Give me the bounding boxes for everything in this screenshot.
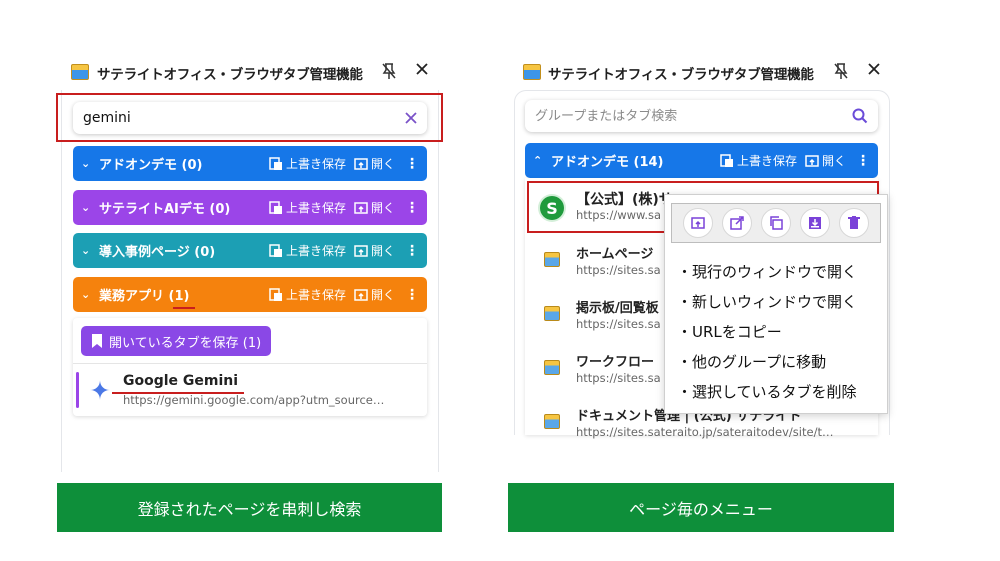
open-icon xyxy=(805,154,819,167)
group-name: アドオンデモ (14) xyxy=(551,155,664,170)
menu-item-move-group[interactable]: ・他のグループに移動 xyxy=(677,351,826,372)
open-button[interactable]: 開く xyxy=(354,155,395,172)
open-current-window-icon[interactable] xyxy=(682,208,713,238)
close-icon[interactable] xyxy=(415,62,429,80)
menu-item-open-new[interactable]: ・新しいウィンドウで開く xyxy=(677,291,857,312)
tab-context-menu: ・現行のウィンドウで開く ・新しいウィンドウで開く ・URLをコピー ・他のグル… xyxy=(664,194,888,414)
more-vert-icon[interactable]: ⋮ xyxy=(405,287,419,303)
search-input[interactable] xyxy=(535,108,852,124)
overwrite-save-button[interactable]: 上書き保存 xyxy=(269,242,346,259)
site-icon xyxy=(544,306,560,321)
tab-title[interactable]: ホームページ xyxy=(576,243,653,262)
highlight-box-search xyxy=(56,93,443,142)
app-logo-icon xyxy=(71,64,89,80)
group-header[interactable]: ⌄ 業務アプリ (1) 上書き保存 開く ⋮ xyxy=(73,277,427,312)
tab-url: https://sites.sa xyxy=(576,317,661,331)
tab-title: Google Gemini xyxy=(123,373,239,389)
menu-item-delete[interactable]: ・選択しているタブを削除 xyxy=(677,381,857,402)
save-icon xyxy=(720,153,733,167)
open-icon xyxy=(354,244,368,257)
group-header[interactable]: ⌄ 導入事例ページ (0) 上書き保存 開く ⋮ xyxy=(73,233,427,268)
save-icon xyxy=(269,243,282,257)
tab-title[interactable]: 掲示板/回覧板 xyxy=(576,297,659,316)
tab-url: https://sites.sa xyxy=(576,371,661,385)
delete-icon[interactable] xyxy=(839,208,870,238)
search-box[interactable] xyxy=(525,100,878,132)
group-header[interactable]: ⌃ アドオンデモ (14) 上書き保存 開く ⋮ xyxy=(525,143,878,178)
save-open-tabs-button[interactable]: 開いているタブを保存 (1) xyxy=(81,326,272,356)
save-icon xyxy=(269,287,282,301)
move-group-icon[interactable] xyxy=(800,208,831,238)
active-tab-marker xyxy=(76,372,79,408)
open-button[interactable]: 開く xyxy=(354,286,395,303)
menu-item-open-current[interactable]: ・現行のウィンドウで開く xyxy=(677,261,857,282)
copy-url-icon[interactable] xyxy=(760,208,791,238)
site-icon xyxy=(544,252,560,267)
group-name: サテライトAIデモ (0) xyxy=(99,202,231,217)
open-new-window-icon[interactable] xyxy=(721,208,752,238)
unpin-icon[interactable] xyxy=(381,62,397,84)
open-icon xyxy=(354,157,368,170)
group-header[interactable]: ⌄ サテライトAIデモ (0) 上書き保存 開く ⋮ xyxy=(73,190,427,225)
caption-left: 登録されたページを串刺し検索 xyxy=(57,483,442,532)
app-logo-icon xyxy=(523,64,541,80)
open-button[interactable]: 開く xyxy=(354,242,395,259)
save-icon xyxy=(269,156,282,170)
chevron-down-icon[interactable]: ⌄ xyxy=(81,157,95,170)
open-button[interactable]: 開く xyxy=(354,199,395,216)
site-icon xyxy=(544,360,560,375)
overwrite-save-button[interactable]: 上書き保存 xyxy=(720,152,797,169)
tab-url: https://sites.sa xyxy=(576,263,661,277)
overwrite-save-button[interactable]: 上書き保存 xyxy=(269,199,346,216)
unpin-icon[interactable] xyxy=(833,62,849,84)
group-name: 業務アプリ (1) xyxy=(99,289,190,304)
bookmark-icon xyxy=(92,334,102,348)
tab-url: https://gemini.google.com/app?utm_source… xyxy=(123,393,385,407)
group-header[interactable]: ⌄ アドオンデモ (0) 上書き保存 開く ⋮ xyxy=(73,146,427,181)
chevron-down-icon[interactable]: ⌄ xyxy=(81,201,95,214)
tab-divider xyxy=(73,363,427,364)
site-icon xyxy=(544,414,560,429)
more-vert-icon[interactable]: ⋮ xyxy=(405,156,419,172)
extension-title: サテライトオフィス・ブラウザタブ管理機能 xyxy=(548,67,814,83)
tab-url: https://sites.sateraito.jp/sateraitodev/… xyxy=(576,425,834,439)
more-vert-icon[interactable]: ⋮ xyxy=(856,153,870,169)
menu-item-copy-url[interactable]: ・URLをコピー xyxy=(677,321,782,342)
open-icon xyxy=(354,288,368,301)
overwrite-save-button[interactable]: 上書き保存 xyxy=(269,286,346,303)
chevron-down-icon[interactable]: ⌄ xyxy=(81,288,95,301)
group-name: アドオンデモ (0) xyxy=(99,158,203,173)
caption-right: ページ毎のメニュー xyxy=(508,483,894,532)
chevron-down-icon[interactable]: ⌄ xyxy=(81,244,95,257)
group-name: 導入事例ページ (0) xyxy=(99,245,216,260)
close-icon[interactable] xyxy=(867,62,881,80)
more-vert-icon[interactable]: ⋮ xyxy=(405,200,419,216)
more-vert-icon[interactable]: ⋮ xyxy=(405,243,419,259)
highlight-underline-count xyxy=(173,307,195,309)
overwrite-save-button[interactable]: 上書き保存 xyxy=(269,155,346,172)
search-icon[interactable] xyxy=(852,108,868,124)
menu-icon-bar xyxy=(671,203,881,243)
chevron-up-icon[interactable]: ⌃ xyxy=(533,154,547,167)
tab-title[interactable]: ワークフロー xyxy=(576,351,654,370)
open-button[interactable]: 開く xyxy=(805,152,846,169)
save-icon xyxy=(269,200,282,214)
extension-title: サテライトオフィス・ブラウザタブ管理機能 xyxy=(97,67,363,83)
gemini-icon xyxy=(90,380,110,400)
open-icon xyxy=(354,201,368,214)
